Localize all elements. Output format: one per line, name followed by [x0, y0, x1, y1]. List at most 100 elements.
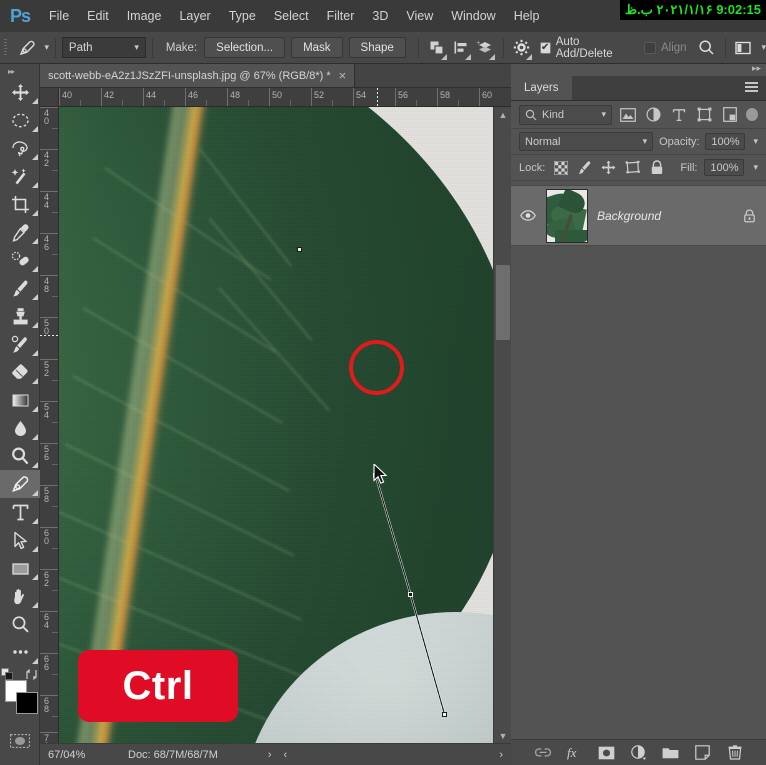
- new-layer-button[interactable]: [694, 744, 712, 762]
- panel-collapse-arrows-icon[interactable]: ▸▸: [752, 63, 761, 74]
- options-bar-grip[interactable]: [0, 32, 11, 64]
- lock-position-button[interactable]: [600, 159, 617, 176]
- menu-filter[interactable]: Filter: [318, 0, 364, 32]
- sidebar-item-hand-tool[interactable]: [0, 582, 40, 610]
- vertical-scrollbar-thumb[interactable]: [496, 265, 510, 340]
- sidebar-item-move-tool[interactable]: [0, 78, 40, 106]
- lock-artboard-nesting-button[interactable]: [624, 159, 641, 176]
- menu-image[interactable]: Image: [118, 0, 171, 32]
- menu-3d[interactable]: 3D: [363, 0, 397, 32]
- layer-visibility-toggle[interactable]: [519, 210, 537, 221]
- path-anchor-point[interactable]: [442, 712, 447, 717]
- vertical-ruler[interactable]: 40 42 44 46 48 50 52 54 56 58 60 62 64 6…: [40, 107, 59, 743]
- filter-pixel-button[interactable]: [619, 105, 637, 125]
- sidebar-item-clone-stamp-tool[interactable]: [0, 302, 40, 330]
- fill-field[interactable]: 100%: [704, 159, 745, 176]
- filter-toggle[interactable]: [746, 108, 758, 121]
- fill-chevron-down-icon[interactable]: ▾: [753, 162, 758, 173]
- auto-add-delete-checkbox[interactable]: ✔: [539, 41, 551, 54]
- filter-smart-object-button[interactable]: [721, 105, 739, 125]
- search-button[interactable]: [695, 35, 719, 61]
- layer-name[interactable]: Background: [597, 209, 731, 223]
- sidebar-item-spot-healing-brush-tool[interactable]: [0, 246, 40, 274]
- horizontal-ruler[interactable]: 40 42 44 46 48 50 52 54 56 58 60: [59, 88, 511, 107]
- sidebar-item-brush-tool[interactable]: [0, 274, 40, 302]
- delete-layer-button[interactable]: [726, 744, 744, 762]
- new-group-button[interactable]: [662, 744, 680, 762]
- tab-layers[interactable]: Layers: [511, 76, 572, 100]
- sidebar-item-pen-tool[interactable]: [0, 470, 40, 498]
- adjustment-layer-button[interactable]: [630, 744, 648, 762]
- opacity-chevron-down-icon[interactable]: ▾: [753, 136, 758, 147]
- layer-style-button[interactable]: fx: [566, 744, 584, 762]
- tool-preset-picker[interactable]: [11, 35, 42, 61]
- sidebar-item-path-selection-tool[interactable]: [0, 526, 40, 554]
- ruler-corner[interactable]: [40, 88, 59, 107]
- sidebar-item-zoom-tool[interactable]: [0, 610, 40, 638]
- zoom-level-field[interactable]: 67/04%: [40, 749, 100, 761]
- sidebar-item-type-tool[interactable]: [0, 498, 40, 526]
- scroll-down-arrow-icon[interactable]: ▼: [494, 728, 512, 743]
- lock-all-button[interactable]: [648, 159, 665, 176]
- menu-type[interactable]: Type: [220, 0, 265, 32]
- path-options-gear-button[interactable]: [510, 35, 534, 61]
- tools-panel-collapse-arrows[interactable]: ▸▸: [0, 64, 40, 78]
- status-scroll-right-arrow-icon[interactable]: ›: [493, 749, 509, 761]
- background-color-swatch[interactable]: [16, 692, 38, 714]
- make-shape-button[interactable]: Shape: [348, 37, 406, 58]
- panel-menu-icon[interactable]: [745, 82, 758, 93]
- image-canvas[interactable]: Ctrl: [59, 107, 493, 743]
- status-prev-arrow-icon[interactable]: ‹: [278, 749, 294, 761]
- opacity-field[interactable]: 100%: [705, 133, 746, 150]
- sidebar-item-dodge-tool[interactable]: [0, 442, 40, 470]
- workspace-chevron-down-icon[interactable]: ▾: [761, 42, 766, 53]
- make-mask-button[interactable]: Mask: [291, 37, 343, 58]
- menu-view[interactable]: View: [397, 0, 442, 32]
- make-selection-button[interactable]: Selection...: [204, 37, 286, 58]
- sidebar-item-eyedropper-tool[interactable]: [0, 218, 40, 246]
- layer-row-background[interactable]: Background: [511, 185, 766, 246]
- layer-mask-button[interactable]: [598, 744, 616, 762]
- quick-mask-button[interactable]: [0, 728, 40, 754]
- filter-type-button[interactable]: [670, 105, 688, 125]
- menu-layer[interactable]: Layer: [170, 0, 219, 32]
- layer-thumbnail[interactable]: [546, 188, 588, 243]
- sidebar-item-eraser-tool[interactable]: [0, 358, 40, 386]
- lock-transparent-pixels-button[interactable]: [552, 159, 569, 176]
- layer-lock-indicator[interactable]: [740, 209, 758, 223]
- menu-window[interactable]: Window: [442, 0, 504, 32]
- sidebar-item-gradient-tool[interactable]: [0, 386, 40, 414]
- close-icon[interactable]: ×: [339, 69, 347, 82]
- path-alignment-button[interactable]: [449, 35, 473, 61]
- tool-preset-chevron-down-icon[interactable]: ▾: [44, 42, 49, 53]
- path-arrangement-button[interactable]: +: [473, 35, 497, 61]
- path-anchor-point[interactable]: [297, 247, 302, 252]
- layer-filter-kind-select[interactable]: Kind ▾: [519, 104, 612, 125]
- menu-help[interactable]: Help: [505, 0, 549, 32]
- status-next-arrow-icon[interactable]: ›: [262, 749, 278, 761]
- sidebar-item-blur-tool[interactable]: [0, 414, 40, 442]
- sidebar-item-rectangle-tool[interactable]: [0, 554, 40, 582]
- arrange-documents-button[interactable]: [731, 35, 755, 61]
- path-operations-button[interactable]: [425, 35, 449, 61]
- auto-add-delete-control[interactable]: ✔ Auto Add/Delete: [539, 36, 632, 60]
- link-layers-button[interactable]: [534, 744, 552, 762]
- filter-adjustment-button[interactable]: [644, 105, 662, 125]
- sidebar-item-lasso-tool[interactable]: [0, 134, 40, 162]
- filter-shape-button[interactable]: [695, 105, 713, 125]
- sidebar-item-crop-tool[interactable]: [0, 190, 40, 218]
- panel-dock-grip[interactable]: ▸▸: [511, 63, 766, 76]
- scroll-up-arrow-icon[interactable]: ▲: [494, 107, 512, 122]
- path-mode-select[interactable]: Path ▾: [61, 37, 146, 58]
- sidebar-item-history-brush-tool[interactable]: [0, 330, 40, 358]
- menu-edit[interactable]: Edit: [78, 0, 118, 32]
- lock-image-pixels-button[interactable]: [576, 159, 593, 176]
- menu-select[interactable]: Select: [265, 0, 318, 32]
- sidebar-item-elliptical-marquee-tool[interactable]: [0, 106, 40, 134]
- sidebar-item-edit-toolbar[interactable]: [0, 638, 40, 666]
- path-anchor-point[interactable]: [408, 592, 413, 597]
- canvas-vertical-scrollbar[interactable]: ▲ ▼: [493, 107, 511, 743]
- blend-mode-select[interactable]: Normal ▾: [519, 132, 654, 151]
- sidebar-item-magic-wand-tool[interactable]: [0, 162, 40, 190]
- document-tab[interactable]: scott-webb-eA2z1JSzZFI-unsplash.jpg @ 67…: [40, 64, 356, 87]
